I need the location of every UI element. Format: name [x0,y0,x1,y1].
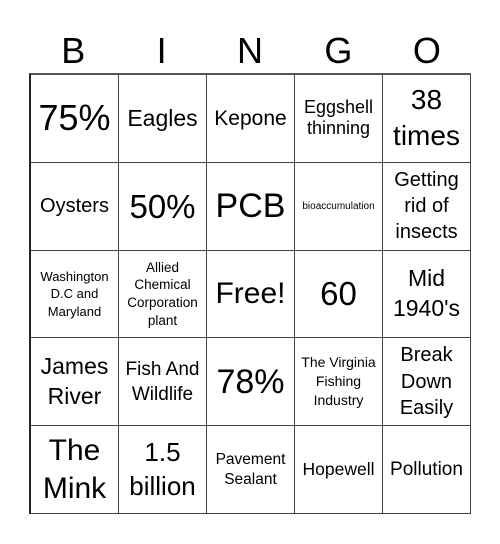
cell-text: bioaccumulation [302,200,375,212]
bingo-cell[interactable]: 75% [31,75,119,163]
bingo-cell[interactable]: 38 times [383,75,471,163]
bingo-cell[interactable]: Eagles [119,75,207,163]
header-letter-n: N [237,30,264,71]
cell-text: 78% [216,362,285,401]
bingo-cell[interactable]: Washington D.C and Maryland [31,250,119,339]
cell-text: Pavement Sealant [215,451,286,488]
cell-text: Break Down Easily [399,344,454,419]
free-space-text: Free! [215,276,286,310]
bingo-cell[interactable]: Pavement Sealant [207,426,295,514]
cell-text: 38 times [393,84,460,152]
cell-text: Eagles [127,105,198,132]
bingo-cell[interactable]: The Virginia Fishing Industry [295,338,383,427]
cell-text: The Virginia Fishing Industry [301,354,376,409]
free-space[interactable]: Free! [207,250,295,339]
header-letter-o: O [412,30,441,71]
bingo-cell[interactable]: 1.5 billion [119,426,207,514]
header-letter-g: G [324,30,353,71]
bingo-cell[interactable]: bioaccumulation [295,162,383,251]
header-letter-i: I [156,30,167,71]
cell-text: Mid 1940's [392,265,461,321]
cell-text: The Mink [42,434,107,505]
bingo-cell[interactable]: Fish And Wildlife [119,338,207,427]
bingo-cell[interactable]: Mid 1940's [383,250,471,339]
cell-text: James River [40,352,109,409]
cell-text: Oysters [40,195,109,217]
bingo-cell[interactable]: Oysters [31,162,119,251]
bingo-cell[interactable]: Break Down Easily [383,338,471,427]
bingo-cell[interactable]: PCB [207,162,295,251]
bingo-card-grid: 75% Eagles Kepone Eggshell thinning 38 t… [29,73,471,514]
bingo-cell[interactable]: The Mink [31,426,119,514]
cell-text: Fish And Wildlife [125,358,200,405]
cell-text: 1.5 billion [129,436,196,501]
cell-text: Kepone [214,106,287,130]
bingo-cell[interactable]: Kepone [207,75,295,163]
cell-text: 50% [129,187,196,225]
bingo-cell[interactable]: Pollution [383,426,471,514]
cell-text: 60 [320,275,357,313]
cell-text: PCB [215,187,286,226]
bingo-cell[interactable]: Getting rid of insects [383,162,471,251]
bingo-cell[interactable]: Allied Chemical Corporation plant [119,250,207,339]
cell-text: Allied Chemical Corporation plant [127,259,198,328]
bingo-cell[interactable]: 60 [295,250,383,339]
cell-text: Getting rid of insects [394,169,459,244]
bingo-cell[interactable]: Eggshell thinning [295,75,383,163]
cell-text: 75% [38,97,111,139]
header-letter-b: B [61,30,86,71]
bingo-cell[interactable]: 50% [119,162,207,251]
cell-text: Washington D.C and Maryland [40,268,109,319]
bingo-cell[interactable]: Hopewell [295,426,383,514]
cell-text: Pollution [390,458,463,480]
bingo-header: B I N G O [29,28,471,73]
bingo-cell[interactable]: James River [31,338,119,427]
bingo-cell[interactable]: 78% [207,338,295,427]
cell-text: Hopewell [302,458,375,479]
cell-text: Eggshell thinning [303,96,374,139]
